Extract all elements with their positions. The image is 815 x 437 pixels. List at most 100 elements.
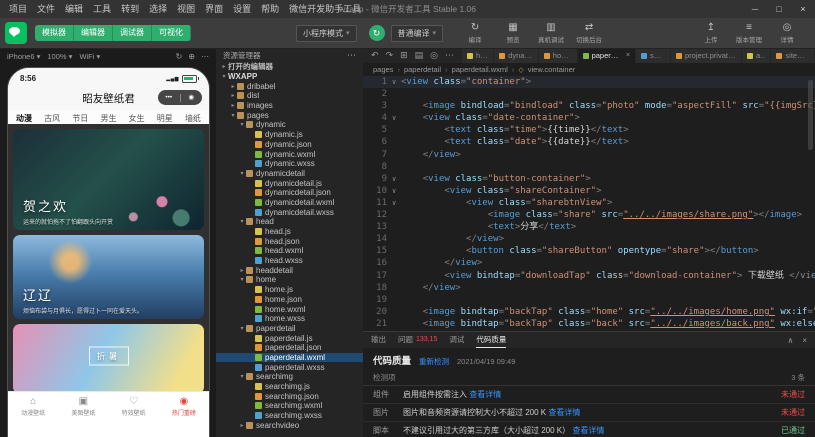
- tree-folder[interactable]: ▾ dynamic: [216, 120, 363, 130]
- tree-file[interactable]: home.wxss: [216, 314, 363, 324]
- close-panel-icon[interactable]: ×: [802, 336, 807, 345]
- tree-folder[interactable]: ▾ searchimg: [216, 372, 363, 382]
- tree-file[interactable]: searchimg.wxss: [216, 411, 363, 421]
- rotate-icon[interactable]: ↻: [176, 52, 183, 61]
- panel-tab[interactable]: 问题 133,15: [398, 332, 437, 348]
- toolbar-toggle[interactable]: 调试器: [113, 25, 152, 41]
- category-tab[interactable]: 墙纸: [185, 113, 201, 124]
- redo-icon[interactable]: ↷: [386, 48, 394, 63]
- wallpaper-card[interactable]: 贺之欢 运来的就怕拖不了怕翻跟头向开赏: [13, 129, 204, 230]
- tabbar-item[interactable]: ♡ 特效壁纸: [109, 392, 159, 422]
- tree-file[interactable]: home.json: [216, 295, 363, 305]
- tabbar-item[interactable]: ⌂ 动漫壁纸: [8, 392, 58, 422]
- tree-file[interactable]: dynamic.json: [216, 140, 363, 150]
- tree-file[interactable]: home.js: [216, 285, 363, 295]
- tree-file[interactable]: paperdetail.json: [216, 343, 363, 353]
- category-tab[interactable]: 动漫: [16, 113, 32, 124]
- tree-file[interactable]: searchimg.js: [216, 382, 363, 392]
- quality-count[interactable]: 3 条: [791, 372, 805, 383]
- layout-icon[interactable]: ▤: [415, 48, 424, 63]
- add-device-icon[interactable]: ⊕: [188, 52, 195, 61]
- tree-file[interactable]: home.wxml: [216, 304, 363, 314]
- menu-item[interactable]: 设置: [228, 0, 256, 18]
- tree-file[interactable]: dynamicdetail.wxss: [216, 207, 363, 217]
- wallpaper-card[interactable]: 折暑: [13, 324, 204, 391]
- tree-file[interactable]: searchimg.wxml: [216, 401, 363, 411]
- tree-folder[interactable]: ▾ paperdetail: [216, 324, 363, 334]
- tree-file[interactable]: paperdetail.wxss: [216, 362, 363, 372]
- compile-button[interactable]: ↻: [368, 25, 385, 41]
- wallpaper-card[interactable]: 辽辽 烦恼布袋与月俱长，愿得过卜一同在爱天头。: [13, 235, 204, 319]
- tabbar-item[interactable]: ▣ 美图壁纸: [58, 392, 108, 422]
- tree-folder[interactable]: ▾ home: [216, 275, 363, 285]
- editor-tab[interactable]: sitemap.json: [771, 48, 815, 63]
- network-select[interactable]: WiFi ▾: [79, 52, 100, 61]
- tree-file[interactable]: head.js: [216, 227, 363, 237]
- tree-file[interactable]: dynamic.wxss: [216, 159, 363, 169]
- toolbar-action[interactable]: ▥ 真机调试: [533, 22, 569, 44]
- editor-tab[interactable]: set.wxss: [635, 48, 672, 63]
- menu-item[interactable]: 选择: [144, 0, 172, 18]
- tree-file[interactable]: dynamic.wxml: [216, 149, 363, 159]
- toolbar-action[interactable]: ≡ 版本管理: [731, 22, 767, 44]
- collapse-panel-icon[interactable]: ∧: [787, 336, 793, 345]
- panel-tab[interactable]: 输出: [371, 332, 386, 348]
- tree-folder[interactable]: ▾ dynamicdetail: [216, 169, 363, 179]
- menu-item[interactable]: 项目: [4, 0, 32, 18]
- menu-item[interactable]: 转到: [116, 0, 144, 18]
- breadcrumb-item[interactable]: paperdetail.wxml: [452, 65, 508, 74]
- menu-item[interactable]: 界面: [200, 0, 228, 18]
- menu-item[interactable]: 文件: [32, 0, 60, 18]
- detail-link[interactable]: 查看详情: [548, 408, 580, 417]
- panel-tab[interactable]: 调试: [449, 332, 464, 348]
- panel-tab[interactable]: 代码质量: [476, 332, 506, 348]
- menu-item[interactable]: 工具: [88, 0, 116, 18]
- category-tab[interactable]: 男生: [100, 113, 116, 124]
- more-icon[interactable]: ⋯: [445, 48, 454, 63]
- editor-scrollbar[interactable]: [808, 80, 813, 150]
- tree-folder[interactable]: ▾ head: [216, 217, 363, 227]
- device-select[interactable]: iPhone6 ▾: [7, 52, 40, 61]
- tree-file[interactable]: dynamicdetail.js: [216, 178, 363, 188]
- refresh-link[interactable]: 重新检测: [419, 356, 449, 367]
- editor-tab[interactable]: head.js: [462, 48, 495, 63]
- breadcrumb-item[interactable]: view.container: [528, 65, 576, 74]
- tree-folder[interactable]: ▸ dist: [216, 91, 363, 101]
- toolbar-action[interactable]: ▦ 预览: [495, 22, 531, 44]
- detail-link[interactable]: 查看详情: [469, 390, 501, 399]
- breadcrumb-item[interactable]: pages: [373, 65, 393, 74]
- close-button[interactable]: ×: [791, 0, 815, 18]
- mode-select[interactable]: 小程序模式 ▾: [296, 24, 357, 42]
- editor-tab[interactable]: dynamic.json: [494, 48, 539, 63]
- compile-mode-select[interactable]: 普通编译 ▾: [390, 24, 444, 42]
- category-tab[interactable]: 古风: [44, 113, 60, 124]
- toolbar-action[interactable]: ↻ 编译: [457, 22, 493, 44]
- editor-tab[interactable]: project.private.config.json: [671, 48, 742, 63]
- more-icon[interactable]: ⋯: [347, 50, 356, 61]
- zoom-select[interactable]: 100% ▾: [47, 52, 72, 61]
- tree-file[interactable]: dynamicdetail.wxml: [216, 198, 363, 208]
- minimize-button[interactable]: ─: [743, 0, 767, 18]
- editor-tab[interactable]: home.json: [538, 48, 578, 63]
- tree-file[interactable]: searchimg.json: [216, 391, 363, 401]
- tree-file[interactable]: head.wxml: [216, 246, 363, 256]
- tree-file[interactable]: paperdetail.wxml: [216, 352, 363, 363]
- undo-icon[interactable]: ↶: [371, 48, 379, 63]
- breadcrumb-item[interactable]: paperdetail: [404, 65, 441, 74]
- toolbar-toggle[interactable]: 编辑器: [74, 25, 113, 41]
- category-tab[interactable]: 节日: [72, 113, 88, 124]
- toolbar-action[interactable]: ◎ 详情: [769, 22, 805, 44]
- toolbar-action[interactable]: ⇄ 切换后台: [571, 22, 607, 44]
- toolbar-toggle[interactable]: 可视化: [152, 25, 191, 41]
- tree-folder[interactable]: ▸ searchvideo: [216, 420, 363, 430]
- more-icon[interactable]: ⋯: [201, 52, 209, 61]
- tabbar-item[interactable]: ◉ 热门重磅: [159, 392, 209, 422]
- editor-tab[interactable]: paperdetail.wxml ×: [577, 48, 636, 63]
- tree-file[interactable]: paperdetail.js: [216, 333, 363, 343]
- menu-item[interactable]: 微信开发助手工具: [284, 0, 366, 18]
- category-tab[interactable]: 女生: [129, 113, 145, 124]
- menu-item[interactable]: 视图: [172, 0, 200, 18]
- code-editor[interactable]: 1 ∨ <view class="container"> 2 3 <image bind…: [363, 76, 815, 331]
- menu-item[interactable]: 编辑: [60, 0, 88, 18]
- close-tab-icon[interactable]: ×: [626, 52, 630, 59]
